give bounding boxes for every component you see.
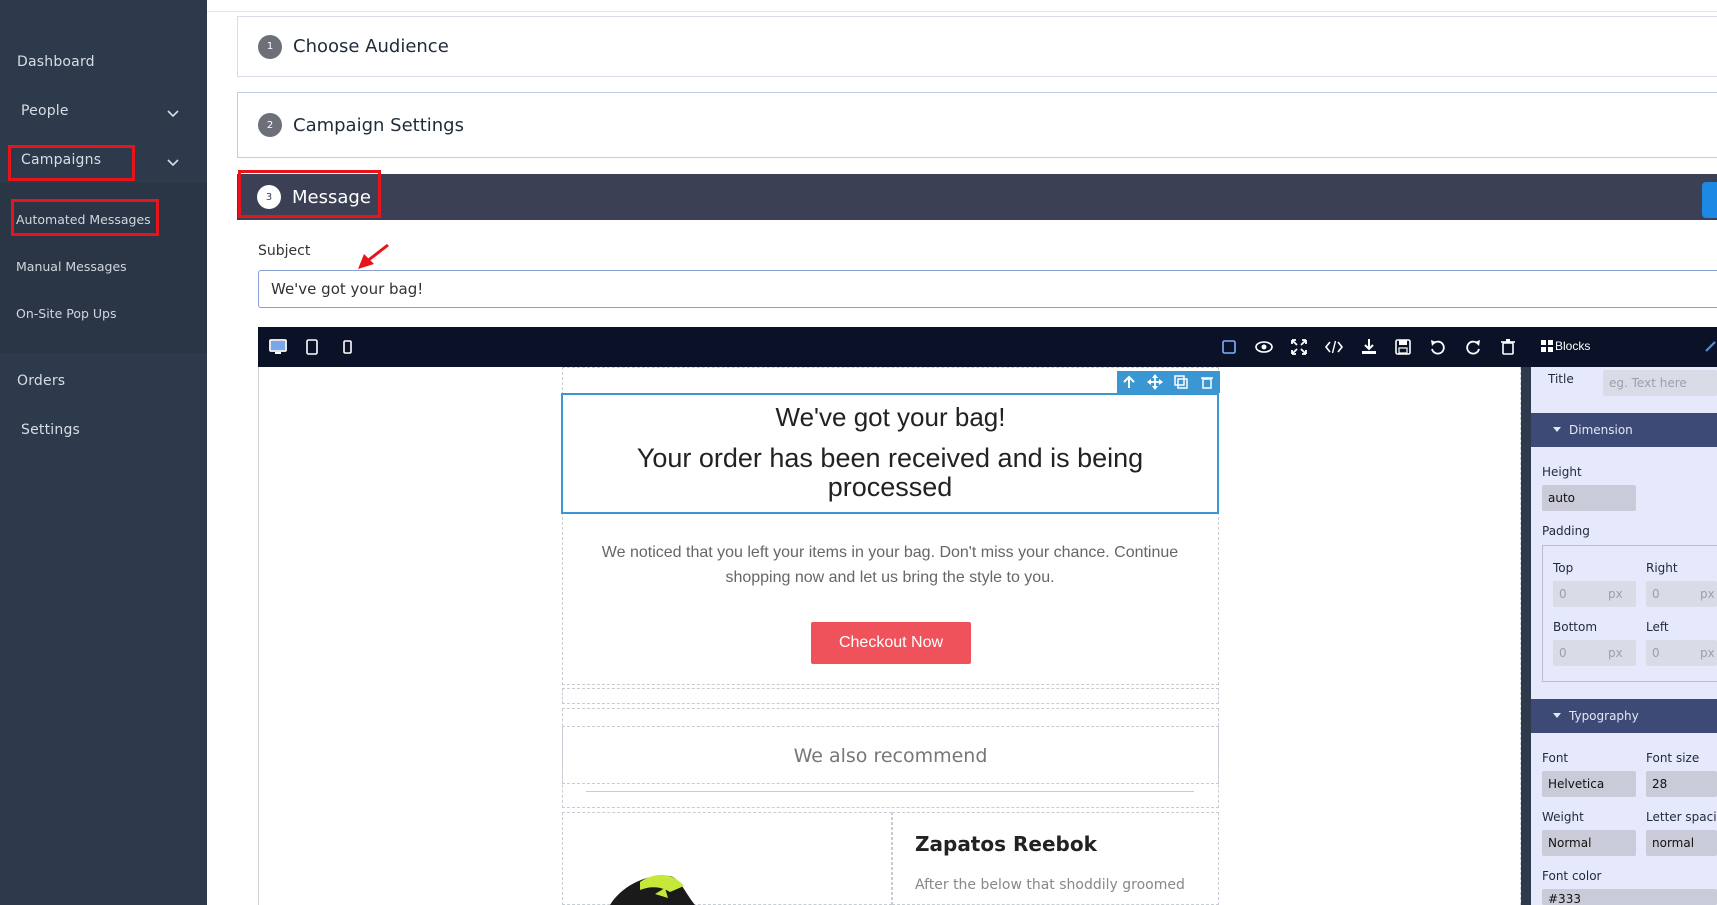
recommend-heading[interactable]: We also recommend xyxy=(562,745,1219,767)
weight-select[interactable]: Normal xyxy=(1542,830,1636,856)
font-size-label: Font size xyxy=(1646,751,1700,765)
eye-icon[interactable] xyxy=(1254,337,1274,357)
sidebar-subitem-label: On-Site Pop Ups xyxy=(16,306,117,321)
sidebar-item-label: Settings xyxy=(21,422,81,438)
subject-label: Subject xyxy=(258,243,311,259)
square-outline-icon[interactable] xyxy=(1219,337,1239,357)
font-size-input[interactable]: 28 xyxy=(1646,771,1717,797)
copy-icon[interactable] xyxy=(1173,374,1189,390)
chevron-down-icon[interactable] xyxy=(167,107,179,119)
letter-spacing-label: Letter spacing xyxy=(1646,810,1717,824)
weight-label: Weight xyxy=(1542,810,1584,824)
divider xyxy=(586,791,1194,792)
sidebar-item-dashboard[interactable]: Dashboard xyxy=(17,54,95,70)
email-subheading[interactable]: Your order has been received and is bein… xyxy=(600,444,1180,502)
unit-label: px xyxy=(1608,646,1623,660)
padding-top-input[interactable]: 0 xyxy=(1553,581,1636,607)
title-input[interactable]: eg. Text here xyxy=(1603,370,1717,396)
redo-icon[interactable] xyxy=(1463,337,1483,357)
step-number: 2 xyxy=(258,113,282,137)
font-label: Font xyxy=(1542,751,1569,765)
highlight-box xyxy=(11,199,159,236)
download-icon[interactable] xyxy=(1359,337,1379,357)
step-campaign-settings[interactable]: 2 Campaign Settings xyxy=(237,92,1717,158)
email-body-text[interactable]: We noticed that you left your items in y… xyxy=(595,540,1185,590)
title-label: Title xyxy=(1548,372,1574,386)
step-action-button[interactable] xyxy=(1702,182,1717,218)
font-color-label: Font color xyxy=(1542,869,1602,883)
padding-right-label: Right xyxy=(1646,561,1678,575)
move-icon[interactable] xyxy=(1147,374,1163,390)
fullscreen-icon[interactable] xyxy=(1289,337,1309,357)
chevron-down-icon[interactable] xyxy=(167,156,179,168)
tablet-icon[interactable] xyxy=(302,337,322,357)
step-number: 1 xyxy=(258,34,282,59)
caret-down-icon xyxy=(1553,713,1561,718)
sidebar-item-label: Orders xyxy=(17,373,66,389)
sidebar-item-orders[interactable]: Orders xyxy=(17,373,65,389)
section-title: Dimension xyxy=(1569,423,1633,437)
step-title: Choose Audience xyxy=(293,36,449,57)
editor-toolbar: Blocks xyxy=(258,327,1717,367)
email-spacer[interactable] xyxy=(562,688,1219,704)
undo-icon[interactable] xyxy=(1428,337,1448,357)
unit-label: px xyxy=(1608,587,1623,601)
subject-input[interactable]: We've got your bag! xyxy=(258,270,1717,308)
brush-icon[interactable] xyxy=(1703,339,1717,353)
step-message[interactable]: 3 Message xyxy=(237,174,1717,220)
dimension-section-header[interactable]: Dimension xyxy=(1531,413,1717,447)
unit-label: px xyxy=(1700,587,1715,601)
panel-scrollbar[interactable] xyxy=(1521,367,1531,905)
mobile-icon[interactable] xyxy=(337,337,357,357)
sidebar-item-people[interactable]: People xyxy=(21,103,69,119)
caret-down-icon xyxy=(1553,427,1561,432)
letter-spacing-input[interactable]: normal xyxy=(1646,830,1717,856)
font-select[interactable]: Helvetica xyxy=(1542,771,1636,797)
sidebar-subitem-manual-messages[interactable]: Manual Messages xyxy=(16,259,127,274)
highlight-box xyxy=(8,145,135,181)
code-icon[interactable] xyxy=(1324,337,1344,357)
blocks-button[interactable]: Blocks xyxy=(1541,339,1590,353)
typography-section-header[interactable]: Typography xyxy=(1531,699,1717,733)
checkout-now-button[interactable]: Checkout Now xyxy=(811,622,971,664)
trash-icon[interactable] xyxy=(1498,337,1518,357)
top-bar xyxy=(207,0,1717,12)
font-color-input[interactable]: #333 xyxy=(1542,889,1717,905)
arrow-up-icon[interactable] xyxy=(1121,374,1137,390)
selection-toolbar xyxy=(1117,371,1220,393)
product-image[interactable] xyxy=(600,868,730,905)
sidebar-item-label: People xyxy=(21,103,69,119)
product-description[interactable]: After the below that shoddily groomed xyxy=(915,877,1195,893)
blocks-label: Blocks xyxy=(1555,339,1591,353)
height-input[interactable]: auto xyxy=(1542,485,1636,511)
step-choose-audience[interactable]: 1 Choose Audience xyxy=(237,16,1717,77)
grid-icon xyxy=(1541,340,1553,352)
save-icon[interactable] xyxy=(1393,337,1413,357)
product-title[interactable]: Zapatos Reebok xyxy=(915,832,1097,856)
padding-bottom-label: Bottom xyxy=(1553,620,1598,634)
height-label: Height xyxy=(1542,465,1582,479)
sidebar-item-label: Dashboard xyxy=(17,54,95,70)
padding-label: Padding xyxy=(1542,524,1590,538)
highlight-box xyxy=(238,170,381,218)
sidebar-subitem-onsite-popups[interactable]: On-Site Pop Ups xyxy=(16,306,117,321)
padding-top-label: Top xyxy=(1553,561,1574,575)
trash-icon[interactable] xyxy=(1199,374,1215,390)
sidebar: Dashboard People Campaigns Automated Mes… xyxy=(0,0,207,905)
unit-label: px xyxy=(1700,646,1715,660)
padding-bottom-input[interactable]: 0 xyxy=(1553,640,1636,666)
arrow-annotation-icon xyxy=(358,243,389,269)
section-title: Typography xyxy=(1569,709,1639,723)
sidebar-item-settings[interactable]: Settings xyxy=(21,422,80,438)
step-title: Campaign Settings xyxy=(293,114,464,136)
sidebar-subitem-label: Manual Messages xyxy=(16,259,127,274)
desktop-icon[interactable] xyxy=(268,337,288,357)
padding-left-label: Left xyxy=(1646,620,1669,634)
email-heading[interactable]: We've got your bag! xyxy=(562,402,1219,433)
